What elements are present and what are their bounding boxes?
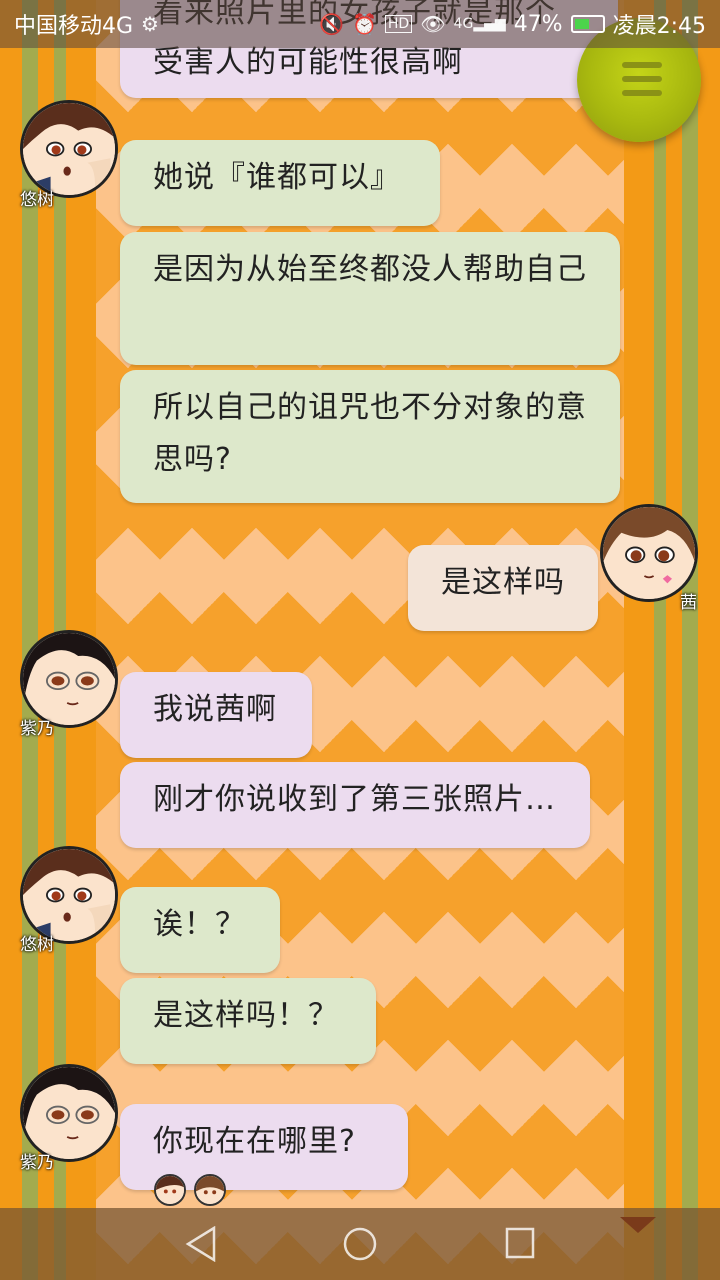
message-text: 我说茜啊 [153, 692, 277, 727]
message-text: 她说『谁都可以』 [153, 160, 401, 195]
message-text: 你现在在哪里? [153, 1124, 356, 1159]
avatar-yuki[interactable] [20, 100, 118, 198]
read-receipt-avatar [194, 1174, 226, 1206]
battery-percent: 47% [513, 11, 563, 37]
speaker-name-yuki: 悠树 [20, 190, 54, 210]
read-receipt-avatar [154, 1174, 186, 1206]
eye-icon: 👁 [420, 12, 446, 36]
message-text: 是这样吗 [441, 565, 565, 600]
scroll-down-arrow-icon[interactable] [620, 1217, 656, 1233]
battery-icon [570, 15, 605, 33]
alarm-icon: ⏰ [352, 12, 377, 36]
message-text: 诶！？ [153, 907, 246, 942]
home-circle-icon[interactable] [342, 1226, 378, 1262]
hd-icon: HD [384, 15, 413, 33]
message-text: 刚才你说收到了第三张照片… [153, 782, 556, 817]
message-text: 是因为从始至终都没人帮助自己 [153, 252, 587, 287]
signal-icon: 4G▂▄▆ [453, 16, 506, 32]
speaker-name-yuki: 悠树 [20, 935, 54, 955]
message-bubble: 所以自己的诅咒也不分对象的意思吗? [120, 370, 620, 503]
speaker-name-shino: 紫乃 [20, 719, 54, 739]
recents-square-icon[interactable] [504, 1226, 536, 1260]
yuki-mini-icon [156, 1176, 184, 1204]
speaker-name-akane: 茜 [680, 593, 697, 613]
message-bubble: 诶！？ [120, 887, 280, 973]
usb-icon: ⚙ [141, 12, 159, 36]
mute-icon: 🔇 [319, 12, 344, 36]
yuki-portrait-icon [23, 849, 115, 941]
back-triangle-icon[interactable] [184, 1226, 218, 1262]
akane-mini-icon [196, 1176, 224, 1204]
yuki-portrait-icon [23, 103, 115, 195]
message-text: 所以自己的诅咒也不分对象的意思吗? [153, 390, 587, 477]
message-bubble: 是因为从始至终都没人帮助自己 [120, 232, 620, 365]
shino-portrait-icon [23, 633, 115, 725]
message-bubble: 是这样吗！？ [120, 978, 376, 1064]
shino-portrait-icon [23, 1067, 115, 1159]
message-text: 是这样吗！？ [153, 998, 339, 1033]
navigation-bar [0, 1208, 720, 1280]
clock: 凌晨2:45 [612, 14, 706, 39]
network-type-label: 4G [453, 16, 474, 32]
carrier-label: 中国移动4G [14, 14, 134, 39]
akane-portrait-icon [603, 507, 695, 599]
message-bubble: 她说『谁都可以』 [120, 140, 440, 226]
message-bubble: 是这样吗 [408, 545, 598, 631]
message-bubble: 刚才你说收到了第三张照片… [120, 762, 590, 848]
speaker-name-shino: 紫乃 [20, 1153, 54, 1173]
message-bubble: 我说茜啊 [120, 672, 312, 758]
status-bar: 中国移动4G ⚙ 🔇 ⏰ HD 👁 4G▂▄▆ 47% 凌晨2:45 [0, 0, 720, 48]
